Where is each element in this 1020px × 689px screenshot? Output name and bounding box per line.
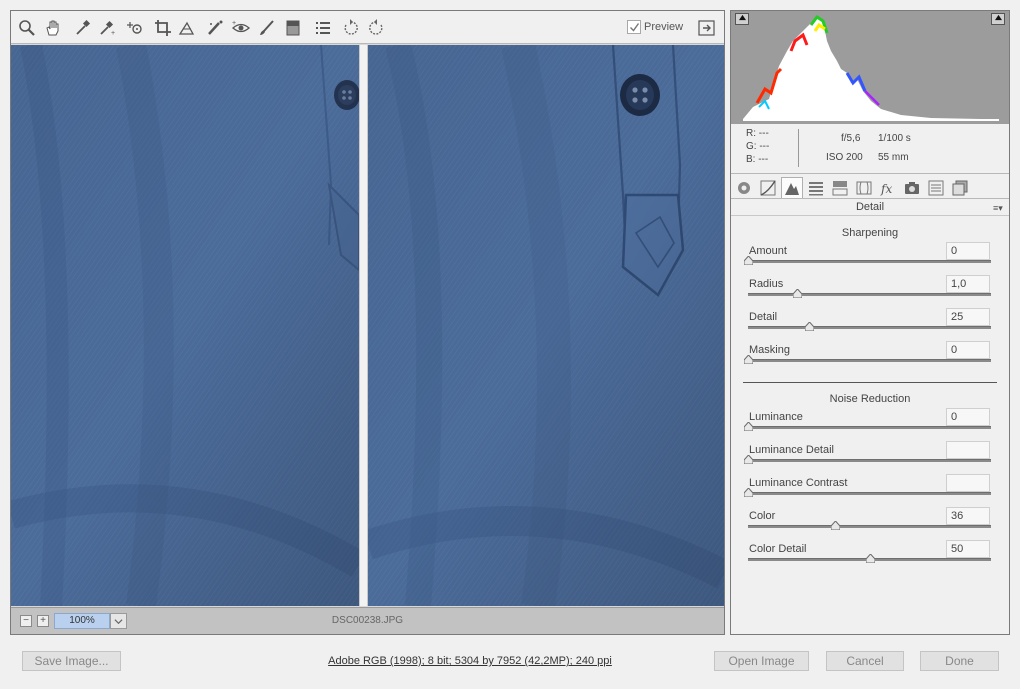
slider-value-field[interactable] bbox=[946, 441, 990, 459]
hsl-tab-icon[interactable] bbox=[805, 177, 827, 198]
slider-label: Radius bbox=[749, 278, 784, 290]
shadow-clipping-warning[interactable] bbox=[735, 13, 749, 25]
iso: ISO 200 bbox=[826, 152, 863, 163]
presets-tab-icon[interactable] bbox=[925, 177, 947, 198]
color-sampler-tool-icon[interactable]: + bbox=[97, 18, 117, 38]
slider-label: Luminance Contrast bbox=[749, 477, 848, 489]
slider-value-field[interactable]: 0 bbox=[946, 341, 990, 359]
slider-label: Amount bbox=[749, 245, 787, 257]
done-button[interactable]: Done bbox=[920, 651, 999, 671]
tone-curve-tab-icon[interactable] bbox=[757, 177, 779, 198]
zoom-tool-icon[interactable] bbox=[17, 18, 37, 38]
spot-removal-tool-icon[interactable] bbox=[205, 18, 225, 38]
aperture: f/5,6 bbox=[841, 133, 861, 144]
histogram bbox=[731, 11, 1009, 124]
slider-track[interactable] bbox=[743, 487, 991, 498]
slider-label: Luminance Detail bbox=[749, 444, 834, 456]
section-divider bbox=[743, 382, 997, 383]
preview-frame: + + Preview − + 100% DSC00238.JPG bbox=[10, 10, 725, 635]
slider-label: Masking bbox=[749, 344, 790, 356]
slider-value-field[interactable]: 0 bbox=[946, 408, 990, 426]
focal-length: 55 mm bbox=[878, 152, 909, 163]
slider-thumb[interactable] bbox=[743, 255, 754, 266]
slider-thumb[interactable] bbox=[830, 520, 841, 531]
white-balance-tool-icon[interactable] bbox=[73, 18, 93, 38]
crop-tool-icon[interactable] bbox=[153, 18, 173, 38]
save-image-button[interactable]: Save Image... bbox=[22, 651, 121, 671]
slider-track[interactable] bbox=[743, 255, 991, 266]
status-bar: − + 100% DSC00238.JPG bbox=[11, 607, 724, 634]
svg-text:+: + bbox=[232, 20, 236, 27]
camera-calibration-tab-icon[interactable] bbox=[901, 177, 923, 198]
graduated-filter-icon[interactable] bbox=[283, 18, 303, 38]
lens-corrections-tab-icon[interactable] bbox=[853, 177, 875, 198]
split-toning-tab-icon[interactable] bbox=[829, 177, 851, 198]
hand-tool-icon[interactable] bbox=[43, 18, 63, 38]
slider-label: Luminance bbox=[749, 411, 803, 423]
slider-track[interactable] bbox=[743, 454, 991, 465]
targeted-adjustment-tool-icon[interactable] bbox=[125, 18, 145, 38]
svg-text:+: + bbox=[111, 30, 115, 37]
slider-thumb[interactable] bbox=[743, 487, 754, 498]
adjustment-panel: R: --- G: --- B: --- f/5,6 1/100 s ISO 2… bbox=[730, 10, 1010, 635]
slider-label: Detail bbox=[749, 311, 778, 323]
file-name: DSC00238.JPG bbox=[331, 615, 404, 626]
green-readout: G: --- bbox=[746, 141, 770, 152]
slider-value-field[interactable] bbox=[946, 474, 990, 492]
preview-label: Preview bbox=[644, 21, 684, 33]
preview-checkbox[interactable] bbox=[627, 20, 641, 34]
readout-divider bbox=[798, 129, 799, 167]
slider-value-field[interactable]: 36 bbox=[946, 507, 990, 525]
sharpening-title: Sharpening bbox=[841, 227, 899, 239]
cancel-button[interactable]: Cancel bbox=[826, 651, 904, 671]
before-photo bbox=[11, 45, 359, 606]
slider-track[interactable] bbox=[743, 354, 991, 365]
after-photo bbox=[368, 45, 724, 606]
basic-tab-icon[interactable] bbox=[733, 177, 755, 198]
open-image-button[interactable]: Open Image bbox=[714, 651, 809, 671]
blue-readout: B: --- bbox=[746, 154, 769, 165]
effects-tab-icon[interactable]: fx bbox=[877, 177, 899, 198]
shutter-speed: 1/100 s bbox=[878, 133, 911, 144]
slider-thumb[interactable] bbox=[743, 421, 754, 432]
before-after-divider[interactable] bbox=[359, 45, 368, 606]
slider-thumb[interactable] bbox=[792, 288, 803, 299]
workflow-options-link[interactable]: Adobe RGB (1998); 8 bit; 5304 by 7952 (4… bbox=[260, 655, 680, 667]
highlight-clipping-warning[interactable] bbox=[991, 13, 1005, 25]
detail-tab-icon[interactable] bbox=[781, 177, 803, 198]
slider-track[interactable] bbox=[748, 520, 991, 531]
slider-value-field[interactable]: 50 bbox=[946, 540, 990, 558]
svg-text:fx: fx bbox=[880, 182, 892, 196]
red-eye-removal-tool-icon[interactable]: + bbox=[231, 18, 251, 38]
slider-label: Color bbox=[749, 510, 776, 522]
slider-thumb[interactable] bbox=[743, 354, 754, 365]
image-preview[interactable] bbox=[11, 45, 724, 606]
slider-thumb[interactable] bbox=[865, 553, 875, 564]
rgb-exif-readout: R: --- G: --- B: --- f/5,6 1/100 s ISO 2… bbox=[731, 124, 1009, 174]
panel-tabs: fx bbox=[731, 175, 1009, 199]
slider-value-field[interactable]: 1,0 bbox=[946, 275, 990, 293]
adjustment-brush-icon[interactable] bbox=[257, 18, 277, 38]
slider-thumb[interactable] bbox=[804, 321, 815, 332]
slider-value-field[interactable]: 0 bbox=[946, 242, 990, 260]
panel-menu-icon[interactable]: ≡▾ bbox=[993, 203, 1003, 214]
noise-reduction-title: Noise Reduction bbox=[829, 393, 911, 405]
slider-value-field[interactable]: 25 bbox=[946, 308, 990, 326]
slider-track[interactable] bbox=[748, 288, 991, 299]
slider-track[interactable] bbox=[748, 553, 991, 564]
rotate-right-icon[interactable] bbox=[366, 18, 386, 38]
straighten-tool-icon[interactable] bbox=[177, 18, 197, 38]
snapshots-tab-icon[interactable] bbox=[949, 177, 971, 198]
toggle-full-screen-icon[interactable] bbox=[697, 18, 717, 38]
slider-track[interactable] bbox=[748, 321, 991, 332]
rotate-left-icon[interactable] bbox=[341, 18, 361, 38]
slider-label: Color Detail bbox=[749, 543, 807, 555]
slider-thumb[interactable] bbox=[743, 454, 754, 465]
panel-title: Detail bbox=[731, 201, 1009, 216]
slider-track[interactable] bbox=[743, 421, 991, 432]
preferences-icon[interactable] bbox=[313, 18, 333, 38]
toolbar: + + Preview bbox=[11, 11, 724, 44]
red-readout: R: --- bbox=[746, 128, 769, 139]
